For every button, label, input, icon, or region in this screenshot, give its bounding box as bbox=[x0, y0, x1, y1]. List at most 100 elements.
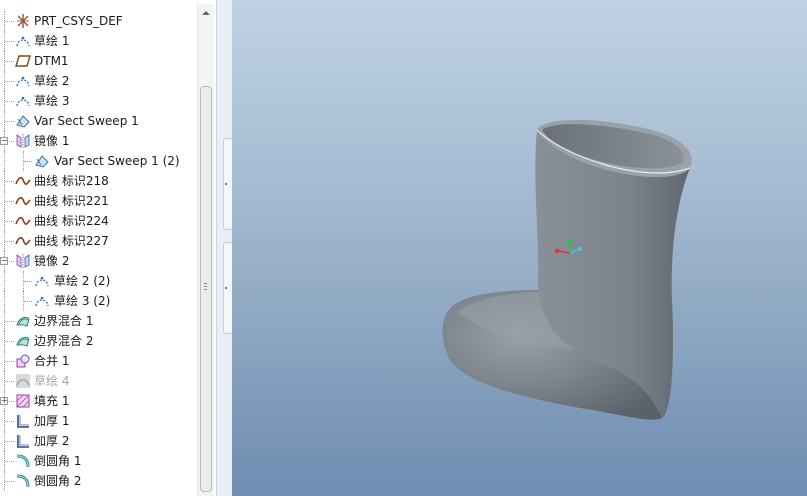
tree-connector bbox=[5, 81, 14, 82]
tree-connector bbox=[5, 441, 14, 442]
merge-icon bbox=[15, 353, 31, 369]
tree-connector bbox=[24, 161, 32, 162]
collapse-icon[interactable]: − bbox=[0, 257, 8, 265]
tree-item[interactable]: 倒圆角 2 bbox=[0, 471, 197, 491]
tree-connector bbox=[4, 151, 5, 171]
tree-item-label: 倒圆角 1 bbox=[34, 454, 82, 468]
scroll-up-icon[interactable] bbox=[198, 6, 214, 20]
tree-connector bbox=[5, 61, 14, 62]
sketch-icon bbox=[15, 33, 31, 49]
tree-connector bbox=[5, 361, 14, 362]
tree-item[interactable]: 加厚 1 bbox=[0, 411, 197, 431]
tree-item-label: 草绘 2 (2) bbox=[54, 274, 111, 288]
tree-item[interactable]: 曲线 标识224 bbox=[0, 211, 197, 231]
csys-icon bbox=[15, 13, 31, 29]
tree-item-label: 填充 1 bbox=[34, 394, 70, 408]
fill-icon bbox=[15, 393, 31, 409]
tree-item[interactable]: PRT_CSYS_DEF bbox=[0, 11, 197, 31]
splitter-grip-icon bbox=[225, 183, 227, 185]
thicken-icon bbox=[15, 413, 31, 429]
panel-splitter[interactable] bbox=[216, 0, 233, 496]
tree-item-label: Var Sect Sweep 1 bbox=[34, 114, 139, 128]
tree-connector bbox=[24, 281, 32, 282]
tree-connector bbox=[5, 481, 14, 482]
collapse-icon[interactable]: − bbox=[0, 137, 8, 145]
tree-item-label: 边界混合 1 bbox=[34, 314, 94, 328]
tree-item[interactable]: 曲线 标识218 bbox=[0, 171, 197, 191]
curve-icon bbox=[15, 193, 31, 209]
tree-item-label: 曲线 标识227 bbox=[34, 234, 109, 248]
tree-connector bbox=[5, 321, 14, 322]
scroll-thumb[interactable] bbox=[200, 86, 212, 492]
sketch-icon bbox=[34, 273, 50, 289]
tree-item-label: DTM1 bbox=[34, 54, 69, 68]
tree-item-label: 草绘 1 bbox=[34, 34, 70, 48]
tree-connector bbox=[5, 421, 14, 422]
tree-item[interactable]: Var Sect Sweep 1 (2) bbox=[0, 151, 197, 171]
tree-connector bbox=[5, 41, 14, 42]
tree-item[interactable]: 草绘 3 bbox=[0, 91, 197, 111]
tree-item-label: 倒圆角 2 bbox=[34, 474, 82, 488]
tree-connector bbox=[5, 461, 14, 462]
mirror-icon bbox=[15, 133, 31, 149]
tree-item[interactable]: 草绘 1 bbox=[0, 31, 197, 51]
sketch-icon bbox=[15, 73, 31, 89]
boundary-blend-icon bbox=[15, 333, 31, 349]
sweep-icon bbox=[15, 113, 31, 129]
tree-connector bbox=[4, 271, 5, 291]
tree-item[interactable]: 草绘 2 (2) bbox=[0, 271, 197, 291]
round-icon bbox=[15, 473, 31, 489]
sweep-icon bbox=[34, 153, 50, 169]
curve-icon bbox=[15, 233, 31, 249]
tree-item[interactable]: 边界混合 2 bbox=[0, 331, 197, 351]
tree-item[interactable]: 曲线 标识227 bbox=[0, 231, 197, 251]
tree-item[interactable]: 合并 1 bbox=[0, 351, 197, 371]
tree-item-label: 镜像 1 bbox=[34, 134, 70, 148]
tree-connector bbox=[5, 21, 14, 22]
curve-icon bbox=[15, 213, 31, 229]
tree-item[interactable]: 边界混合 1 bbox=[0, 311, 197, 331]
shaded-3d-model[interactable] bbox=[232, 0, 807, 496]
tree-item-label: Var Sect Sweep 1 (2) bbox=[54, 154, 180, 168]
tree-item-label: 加厚 2 bbox=[34, 434, 70, 448]
tree-connector bbox=[4, 291, 5, 311]
tree-connector bbox=[5, 381, 14, 382]
tree-connector bbox=[5, 221, 14, 222]
tree-item-label: 镜像 2 bbox=[34, 254, 70, 268]
tree-item[interactable]: + 填充 1 bbox=[0, 391, 197, 411]
tree-item-label: 合并 1 bbox=[34, 354, 70, 368]
tree-item[interactable]: − 镜像 1 bbox=[0, 131, 197, 151]
sketch-icon bbox=[34, 293, 50, 309]
tree-item[interactable]: 草绘 3 (2) bbox=[0, 291, 197, 311]
tree-scrollbar[interactable] bbox=[197, 4, 214, 496]
tree-item[interactable]: 倒圆角 1 bbox=[0, 451, 197, 471]
boundary-blend-icon bbox=[15, 313, 31, 329]
splitter-grip-icon bbox=[225, 287, 227, 289]
tree-connector bbox=[5, 121, 14, 122]
expand-icon[interactable]: + bbox=[0, 397, 8, 405]
sketch-icon bbox=[15, 93, 31, 109]
model-tree-panel: PRT_CSYS_DEF 草绘 1 DTM1 草绘 2 草绘 3 Var Sect Swe… bbox=[0, 0, 216, 496]
tree-item[interactable]: DTM1 bbox=[0, 51, 197, 71]
tree-connector bbox=[23, 291, 24, 311]
tree-connector bbox=[23, 151, 24, 171]
tree-item-label: PRT_CSYS_DEF bbox=[34, 14, 123, 28]
tree-item-label: 曲线 标识224 bbox=[34, 214, 109, 228]
graphics-viewport[interactable] bbox=[232, 0, 807, 496]
tree-item-label: 曲线 标识221 bbox=[34, 194, 109, 208]
tree-connector bbox=[5, 341, 14, 342]
tree-item-label: 草绘 2 bbox=[34, 74, 70, 88]
tree-item[interactable]: Var Sect Sweep 1 bbox=[0, 111, 197, 131]
tree-item-label: 草绘 3 bbox=[34, 94, 70, 108]
tree-item[interactable]: 曲线 标识221 bbox=[0, 191, 197, 211]
tree-item[interactable]: 草绘 2 bbox=[0, 71, 197, 91]
tree-item[interactable]: 加厚 2 bbox=[0, 431, 197, 451]
tree-item[interactable]: 草绘 4 bbox=[0, 371, 197, 391]
tree-item-label: 草绘 4 bbox=[34, 374, 70, 388]
tree-item[interactable]: − 镜像 2 bbox=[0, 251, 197, 271]
datum-plane-icon bbox=[15, 53, 31, 69]
round-icon bbox=[15, 453, 31, 469]
tree-connector bbox=[5, 181, 14, 182]
tree-item-label: 曲线 标识218 bbox=[34, 174, 109, 188]
tree-item-label: 边界混合 2 bbox=[34, 334, 94, 348]
